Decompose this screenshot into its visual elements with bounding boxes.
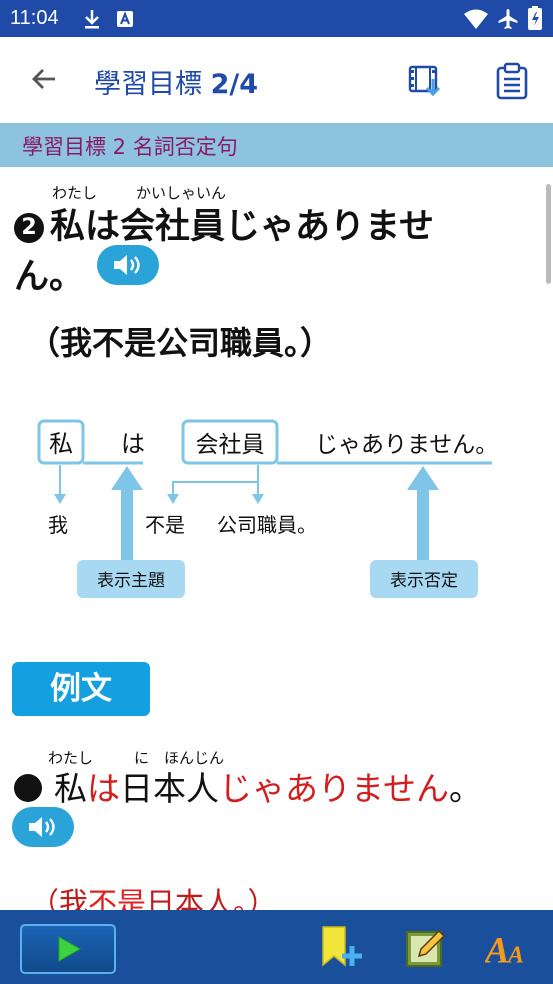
download-icon [85,10,99,29]
play-button[interactable] [20,924,116,974]
battery-icon [528,6,542,30]
diagram-ending: じゃありません。 [315,432,498,458]
diagram-cn-noun: 公司職員。 [217,513,317,537]
page-title-text: 學習目標 [94,69,202,100]
scrollbar[interactable] [546,184,551,284]
font-size-icon[interactable]: A A [485,924,531,970]
lesson-sentence-line1: 私は会社員じゃありませ [50,207,434,247]
diagram-particle: は [121,430,145,458]
example-bullet [14,774,42,802]
diagram-cn-negation: 不是 [145,513,185,537]
play-icon [58,936,82,962]
app-bar: 學習目標 2/4 [0,37,553,123]
page-title-progress: 2/4 [210,69,259,100]
example-sentence: 私は日本人じゃありません。 [14,762,482,810]
example-ending: じゃありません [219,769,450,808]
page-title: 學習目標 2/4 [94,62,258,101]
svg-text:A: A [485,930,510,970]
example-tag: 例文 [12,662,150,716]
airplane-mode-icon [498,9,518,29]
speaker-icon [114,255,140,275]
play-example-audio-button[interactable] [12,807,74,847]
sentence-number-badge: 2 [14,213,44,243]
bookmark-add-icon[interactable] [318,924,364,970]
section-title: 學習目標 2 名詞否定句 [22,135,238,159]
clipboard-icon[interactable] [492,61,532,101]
diagram-label-topic: 表示主題 [97,571,165,591]
note-edit-icon[interactable] [403,924,449,970]
example-word-noun: 日本人 [120,769,219,808]
diagram-cn-subject: 我 [48,513,68,537]
example-word-subject: 私 [54,769,87,808]
speaker-icon [29,817,55,837]
diagram-noun: 会社員 [196,432,265,458]
lesson-sentence-line2: ん。 [14,257,85,297]
example-particle: は [87,769,120,808]
wifi-icon [464,9,488,29]
diagram-subject: 私 [49,430,73,458]
play-sentence-audio-button[interactable] [97,245,159,285]
section-header: 學習目標 2 名詞否定句 [0,123,553,167]
grammar-diagram: 私 は 会社員 じゃありません。 我 不是 公司職員。 表示主題 表示否定 [37,419,498,598]
bottom-toolbar: A A [0,910,553,984]
back-button[interactable] [24,59,64,99]
example-period: 。 [449,769,483,808]
status-bar: 11:04 [0,0,553,37]
lesson-sentence-cont: ん。 [14,248,84,299]
app-notification-icon [117,11,133,27]
back-arrow-icon [32,69,55,89]
status-time: 11:04 [10,7,59,29]
film-download-icon[interactable] [406,61,446,101]
lesson-sentence: 2 私は会社員じゃありませ [14,198,434,249]
diagram-label-negation: 表示否定 [390,571,458,591]
lesson-translation: （我不是公司職員。） [28,324,333,362]
svg-text:A: A [506,943,524,969]
